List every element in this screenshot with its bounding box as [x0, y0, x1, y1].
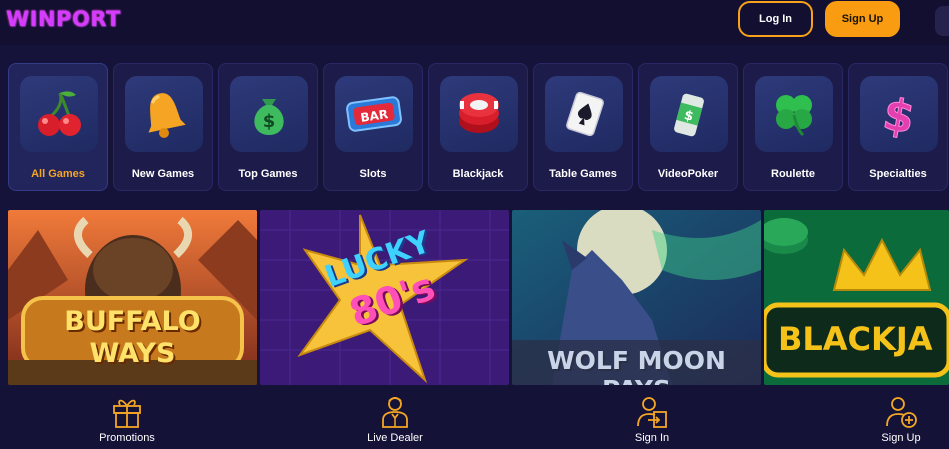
category-tile: $ [650, 76, 728, 152]
category-tile [545, 76, 623, 152]
login-button[interactable]: Log In [738, 1, 813, 37]
top-header: WINPORT Log In Sign Up [0, 0, 949, 45]
playing-card-icon [566, 91, 604, 137]
category-label: Slots [359, 168, 387, 180]
category-label: VideoPoker [657, 168, 719, 180]
category-label: Roulette [771, 168, 815, 180]
category-label: Specialties [869, 168, 927, 180]
logo-text: WINPORT [6, 7, 121, 31]
svg-text:$: $ [879, 89, 918, 141]
category-top-games[interactable]: $ Top Games [218, 63, 318, 191]
nav-sign-up[interactable]: Sign Up [841, 386, 949, 449]
signup-button[interactable]: Sign Up [825, 1, 900, 37]
casino-chip-icon [459, 93, 499, 133]
category-label: All Games [31, 168, 85, 180]
category-specialties[interactable]: $ Specialties [848, 63, 948, 191]
nav-sign-in[interactable]: Sign In [592, 386, 712, 449]
category-blackjack[interactable]: Blackjack [428, 63, 528, 191]
category-new-games[interactable]: New Games [113, 63, 213, 191]
game-card-lucky-80s[interactable]: LUCKY 80's [260, 210, 509, 385]
game-card-buffalo-ways[interactable]: BUFFALO WAYS [8, 210, 257, 385]
category-tile [440, 76, 518, 152]
category-label: Table Games [549, 168, 617, 180]
bar-slot-icon: BAR [346, 96, 402, 132]
game-title: BUFFALO [64, 306, 201, 337]
nav-label: Live Dealer [367, 432, 423, 444]
nav-live-dealer[interactable]: Live Dealer [335, 386, 455, 449]
cherries-icon [38, 91, 81, 136]
cash-roll-icon: $ [674, 93, 704, 137]
gift-icon [113, 399, 141, 428]
game-title: WOLF MOON PAYS [547, 346, 726, 385]
bottom-nav: Promotions Live Dealer Sign In Sign Up [0, 386, 949, 449]
category-roulette[interactable]: Roulette [743, 63, 843, 191]
category-all-games[interactable]: All Games [8, 63, 108, 191]
nav-label: Sign Up [881, 432, 921, 444]
category-tile: BAR [335, 76, 413, 152]
nav-label: Promotions [99, 432, 155, 444]
category-tile: $ [230, 76, 308, 152]
dealer-icon [382, 397, 408, 428]
side-panel-tab[interactable] [935, 6, 949, 36]
nav-label: Sign In [634, 432, 670, 444]
clover-icon [776, 95, 812, 137]
sign-in-icon [637, 397, 667, 428]
category-label: Blackjack [452, 168, 504, 180]
nav-promotions[interactable]: Promotions [67, 386, 187, 449]
money-bag-icon: $ [254, 99, 284, 135]
bell-icon [148, 93, 186, 138]
game-title: WAYS [89, 338, 176, 369]
category-tile: $ [860, 76, 938, 152]
category-slots[interactable]: BAR Slots [323, 63, 423, 191]
game-title: BLACKJA [778, 320, 933, 358]
category-tile [125, 76, 203, 152]
category-label: Top Games [238, 168, 298, 180]
svg-text:$: $ [263, 111, 276, 132]
game-card-blackjack[interactable]: BLACKJA [764, 210, 949, 385]
game-card-wolf-moon-pays[interactable]: WOLF MOON PAYS [512, 210, 761, 385]
category-bar: All Games New Games $ Top Games BAR Slot… [8, 63, 949, 191]
category-label: New Games [131, 168, 195, 180]
category-tile [20, 76, 98, 152]
add-user-icon [886, 397, 917, 428]
category-table-games[interactable]: Table Games [533, 63, 633, 191]
blackjack-artwork [764, 210, 949, 385]
category-videopoker[interactable]: $ VideoPoker [638, 63, 738, 191]
game-carousel: BUFFALO WAYS LUCKY 80's WOLF MOON BLACKJ… [0, 210, 949, 386]
dollar-sign-icon: $ [879, 88, 919, 141]
winport-logo[interactable]: WINPORT [6, 7, 121, 33]
category-tile [755, 76, 833, 152]
